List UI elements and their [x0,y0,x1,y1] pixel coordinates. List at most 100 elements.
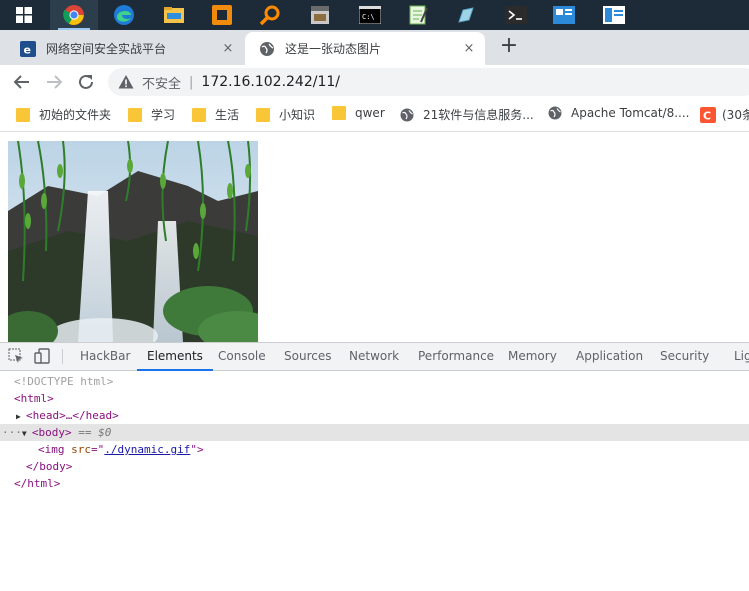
bookmark-folder[interactable]: 初始的文件夹 [16,106,111,123]
dom-node-img[interactable]: <img src="./dynamic.gif"> [38,441,749,458]
bookmark-label: (30条 [722,108,749,122]
svg-text:e: e [24,43,31,56]
selected-marker: == $0 [71,426,112,439]
file-explorer-icon[interactable] [150,0,198,30]
globe-icon [400,108,414,121]
dom-node-html[interactable]: <html> [14,390,749,407]
globe-icon [548,106,562,120]
tab-dynamic-image[interactable]: 这是一张动态图片 × [245,32,485,65]
ie-favicon-icon: e [20,40,36,57]
edge-icon[interactable] [100,0,148,30]
inspect-element-icon[interactable] [8,348,24,364]
collapse-triangle-icon[interactable]: ▼ [22,425,32,442]
browser-tabstrip: e 网络空间安全实战平台 × 这是一张动态图片 × [0,30,749,65]
omnibox-separator: | [189,74,194,90]
html-close-tag: </html> [14,477,61,490]
bookmark-folder[interactable]: 学习 [128,106,175,123]
page-content [0,132,749,342]
img-attr-eq: =" [91,443,105,456]
folder-icon [256,107,270,122]
tab-network[interactable]: Network [349,343,399,370]
notepad-icon[interactable] [394,0,442,30]
img-src-link[interactable]: ./dynamic.gif [104,443,190,456]
dom-node-html-close[interactable]: </html> [14,475,749,492]
bookmark-link[interactable]: C (30条 [700,106,749,123]
tab-elements[interactable]: Elements [137,343,213,371]
bookmark-folder[interactable]: 生活 [192,106,239,123]
windows-taskbar: C:\ [0,0,749,30]
dom-node-body-close[interactable]: </body> [26,458,749,475]
tab-performance[interactable]: Performance [418,343,494,370]
devtools-tabbar: HackBar Elements Console Sources Network… [0,343,749,371]
tab-console[interactable]: Console [218,343,266,370]
new-tab-button[interactable]: + [498,35,520,58]
globe-icon [260,41,274,56]
tab-memory[interactable]: Memory [508,343,557,370]
dom-node-body[interactable]: ···▼ <body> == $0 [0,424,749,441]
tab-security[interactable]: Security [660,343,709,370]
device-toolbar-icon[interactable] [34,348,50,364]
reload-icon[interactable] [76,72,96,92]
chrome-icon[interactable] [50,0,98,30]
close-tab-icon[interactable]: × [461,41,477,56]
bookmark-label: Apache Tomcat/8.... [571,106,690,120]
toolbar-divider [62,349,63,364]
windows-start-icon[interactable] [0,0,48,30]
bookmark-link[interactable]: 21软件与信息服务... [400,106,534,123]
warning-icon[interactable] [118,74,134,90]
office-icon[interactable] [198,0,246,30]
doctype-text: <!DOCTYPE html> [14,375,114,388]
devtools-panel: HackBar Elements Console Sources Network… [0,342,749,591]
folder-icon [192,107,206,122]
bookmark-folder[interactable]: qwer [332,106,385,120]
csdn-icon: C [700,106,716,123]
svg-text:C:\: C:\ [362,13,375,21]
img-attr-name: src [71,443,91,456]
bookmark-label: 初始的文件夹 [39,108,112,122]
bookmark-link[interactable]: Apache Tomcat/8.... [548,106,690,120]
tab-sources[interactable]: Sources [284,343,331,370]
bookmark-label: 生活 [215,108,240,122]
img-tag: <img [38,443,72,456]
bookmark-folder[interactable]: 小知识 [256,106,315,123]
app2-icon[interactable] [540,0,588,30]
expand-triangle-icon[interactable]: ▶ [16,408,26,425]
svg-text:C: C [703,109,711,122]
bookmark-label: 小知识 [279,108,316,122]
more-dots-icon[interactable]: ··· [2,426,22,439]
forward-arrow-icon[interactable] [44,72,64,92]
bookmark-label: qwer [355,106,385,120]
body-close-tag: </body> [26,460,73,473]
address-bar[interactable]: 不安全 | 172.16.102.242/11/ [108,68,749,96]
terminal-icon[interactable]: C:\ [346,0,394,30]
browser-toolbar: 不安全 | 172.16.102.242/11/ [0,65,749,99]
tab-title: 网络空间安全实战平台 [46,42,167,56]
tab-application[interactable]: Application [576,343,643,370]
pen-icon[interactable] [442,0,490,30]
powershell-icon[interactable] [492,0,540,30]
tab-hackbar[interactable]: HackBar [80,343,130,370]
app3-icon[interactable] [590,0,638,30]
search-tool-icon[interactable] [246,0,294,30]
url-text[interactable]: 172.16.102.242/11/ [201,74,340,90]
dom-node-doctype[interactable]: <!DOCTYPE html> [14,373,749,390]
tab-platform[interactable]: e 网络空间安全实战平台 × [8,32,244,65]
back-arrow-icon[interactable] [12,72,32,92]
dynamic-gif-image [8,141,258,342]
dom-node-head[interactable]: ▶ <head>…</head> [16,407,749,424]
html-open-tag: <html> [14,392,54,405]
body-open-tag: <body> [31,426,72,439]
bookmarks-bar: 初始的文件夹 学习 生活 小知识 qwer 21软件与信息服务... Apach… [0,99,749,132]
close-tab-icon[interactable]: × [220,41,236,56]
tab-lighthouse[interactable]: Lig [734,343,749,370]
head-collapsed-tag: <head>…</head> [26,409,119,422]
folder-icon [128,107,142,122]
folder-icon [332,106,346,120]
bookmark-label: 21软件与信息服务... [423,108,534,122]
img-tag-end: "> [190,443,204,456]
bookmark-label: 学习 [151,108,176,122]
app-icon[interactable] [296,0,344,30]
folder-icon [16,107,30,122]
security-status-label[interactable]: 不安全 [142,73,181,92]
tab-title: 这是一张动态图片 [285,42,382,56]
